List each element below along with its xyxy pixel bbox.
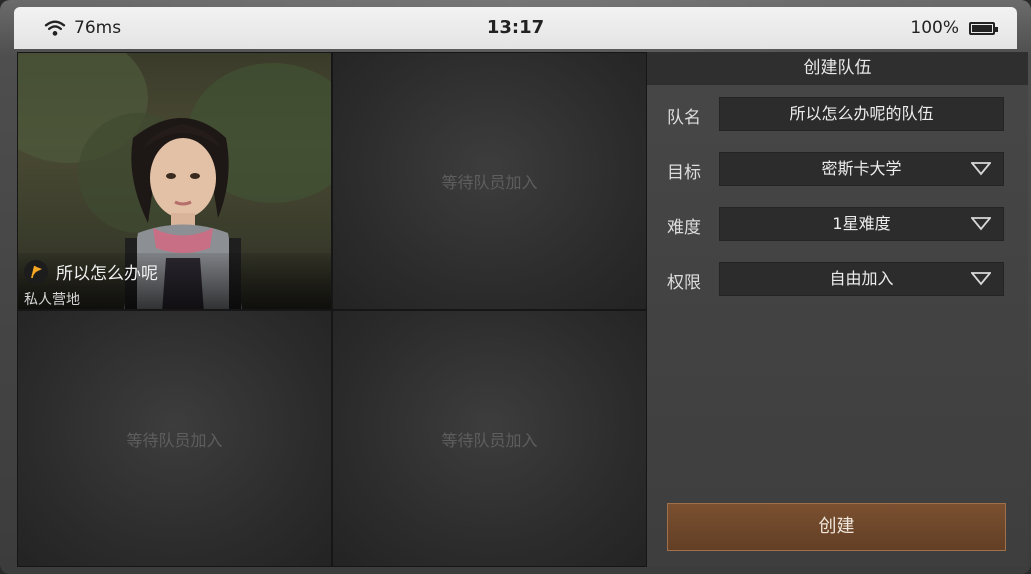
- player-camp: 私人营地: [24, 292, 80, 308]
- target-label: 目标: [667, 163, 701, 183]
- permission-value: 自由加入: [829, 269, 894, 288]
- waiting-text: 等待队员加入: [441, 430, 538, 450]
- team-name-label: 队名: [667, 108, 701, 128]
- permission-select[interactable]: 自由加入: [719, 262, 1004, 296]
- leader-flag-icon: [24, 259, 48, 284]
- permission-label: 权限: [667, 273, 701, 293]
- team-name-input[interactable]: 所以怎么办呢的队伍: [719, 97, 1004, 131]
- permission-row: 权限 自由加入: [647, 262, 1028, 296]
- difficulty-value: 1星难度: [832, 214, 891, 233]
- clock-text: 13:17: [486, 17, 545, 38]
- team-lobby: 所以怎么办呢 私人营地 等待队员加入 等待队员加入 等待队员加入 创建队伍 队名…: [17, 52, 1028, 567]
- panel-title: 创建队伍: [647, 52, 1028, 85]
- team-slot-leader[interactable]: 所以怎么办呢 私人营地: [17, 52, 332, 310]
- player-name-row: 所以怎么办呢: [24, 259, 158, 284]
- difficulty-label: 难度: [667, 218, 701, 238]
- team-name-value: 所以怎么办呢的队伍: [789, 104, 934, 123]
- battery-status: 100%: [910, 18, 998, 38]
- target-select[interactable]: 密斯卡大学: [719, 152, 1004, 186]
- target-row: 目标 密斯卡大学: [647, 152, 1028, 186]
- target-value: 密斯卡大学: [821, 159, 902, 178]
- player-name: 所以怎么办呢: [56, 264, 158, 284]
- difficulty-select[interactable]: 1星难度: [719, 207, 1004, 241]
- battery-icon: [969, 21, 998, 35]
- waiting-text: 等待队员加入: [441, 173, 538, 192]
- team-slot-empty[interactable]: 等待队员加入: [332, 310, 647, 567]
- status-bar: 76ms 13:17 100%: [14, 7, 1017, 49]
- chevron-down-icon: [971, 217, 991, 231]
- create-team-button[interactable]: 创建: [667, 503, 1006, 551]
- create-team-panel: 创建队伍 队名 所以怎么办呢的队伍 目标 密斯卡大学 难度 1星难度 权限 自由…: [647, 52, 1028, 567]
- team-slot-empty[interactable]: 等待队员加入: [332, 52, 647, 310]
- battery-text: 100%: [910, 18, 959, 38]
- chevron-down-icon: [971, 162, 991, 176]
- waiting-text: 等待队员加入: [126, 430, 223, 450]
- chevron-down-icon: [971, 272, 991, 286]
- difficulty-row: 难度 1星难度: [647, 207, 1028, 241]
- team-name-row: 队名 所以怎么办呢的队伍: [647, 97, 1028, 131]
- team-slot-empty[interactable]: 等待队员加入: [17, 310, 332, 567]
- app-frame: 76ms 13:17 100% 所以怎么办呢 私人营地 等待队员加入 等待队员加…: [0, 0, 1031, 574]
